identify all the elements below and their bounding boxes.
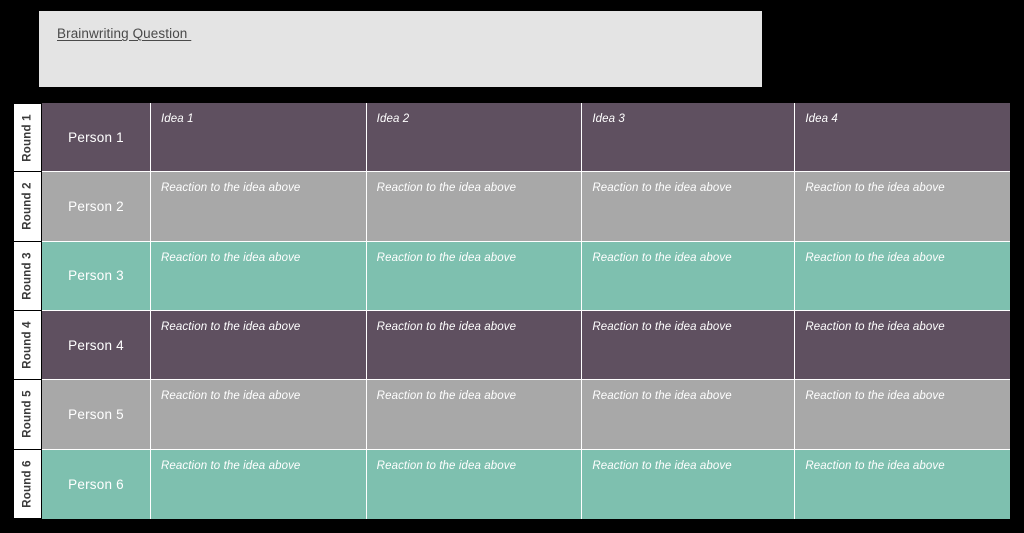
idea-cell-2[interactable]: Reaction to the idea above — [366, 310, 583, 381]
person-cell[interactable]: Person 3 — [42, 241, 151, 311]
table-row: Round 5 Person 5 Reaction to the idea ab… — [14, 380, 1011, 450]
table-row: Round 3 Person 3 Reaction to the idea ab… — [14, 241, 1011, 311]
idea-cell-2[interactable]: Idea 2 — [366, 103, 583, 173]
idea-cell-2[interactable]: Reaction to the idea above — [366, 449, 583, 519]
round-label: Round 3 — [21, 252, 34, 300]
round-label-cell: Round 5 — [14, 380, 41, 450]
idea-cell-1[interactable]: Reaction to the idea above — [151, 310, 367, 381]
idea-cell-1[interactable]: Reaction to the idea above — [151, 172, 367, 242]
idea-cell-1[interactable]: Reaction to the idea above — [151, 241, 367, 311]
idea-cell-3[interactable]: Reaction to the idea above — [582, 310, 796, 381]
idea-cell-1[interactable]: Reaction to the idea above — [151, 449, 367, 519]
table-row: Round 4 Person 4 Reaction to the idea ab… — [14, 310, 1011, 381]
idea-cell-4[interactable]: Reaction to the idea above — [795, 241, 1011, 311]
round-label: Round 4 — [21, 321, 34, 369]
round-label-cell: Round 3 — [14, 241, 41, 311]
idea-cell-1[interactable]: Idea 1 — [151, 103, 367, 173]
idea-cell-3[interactable]: Reaction to the idea above — [582, 449, 796, 519]
table-row: Round 2 Person 2 Reaction to the idea ab… — [14, 172, 1011, 242]
round-label-cell: Round 6 — [14, 449, 41, 519]
person-cell[interactable]: Person 5 — [42, 380, 151, 450]
person-cell[interactable]: Person 2 — [42, 172, 151, 242]
person-cell[interactable]: Person 4 — [42, 310, 151, 381]
round-label: Round 2 — [21, 182, 34, 231]
idea-cell-2[interactable]: Reaction to the idea above — [366, 241, 583, 311]
idea-cell-4[interactable]: Reaction to the idea above — [795, 172, 1011, 242]
table-row: Round 6 Person 6 Reaction to the idea ab… — [14, 449, 1011, 519]
idea-cell-1[interactable]: Reaction to the idea above — [151, 380, 367, 450]
idea-cell-3[interactable]: Reaction to the idea above — [582, 172, 796, 242]
brainwriting-question-box[interactable]: Brainwriting Question — [39, 11, 762, 87]
round-label: Round 1 — [21, 113, 34, 162]
brainwriting-grid: Round 1 Person 1 Idea 1 Idea 2 Idea 3 Id… — [14, 103, 1011, 519]
idea-cell-2[interactable]: Reaction to the idea above — [366, 380, 583, 450]
round-label-cell: Round 1 — [14, 103, 41, 173]
idea-cell-4[interactable]: Idea 4 — [795, 103, 1011, 173]
idea-cell-3[interactable]: Reaction to the idea above — [582, 380, 796, 450]
round-label: Round 5 — [21, 390, 34, 439]
idea-cell-3[interactable]: Reaction to the idea above — [582, 241, 796, 311]
round-label-cell: Round 4 — [14, 310, 41, 381]
brainwriting-question-title: Brainwriting Question — [57, 26, 192, 41]
round-label-cell: Round 2 — [14, 172, 41, 242]
idea-cell-4[interactable]: Reaction to the idea above — [795, 380, 1011, 450]
idea-cell-4[interactable]: Reaction to the idea above — [795, 449, 1011, 519]
round-label: Round 6 — [21, 460, 34, 508]
idea-cell-2[interactable]: Reaction to the idea above — [366, 172, 583, 242]
person-cell[interactable]: Person 1 — [42, 103, 151, 173]
idea-cell-4[interactable]: Reaction to the idea above — [795, 310, 1011, 381]
table-row: Round 1 Person 1 Idea 1 Idea 2 Idea 3 Id… — [14, 103, 1011, 173]
idea-cell-3[interactable]: Idea 3 — [582, 103, 796, 173]
person-cell[interactable]: Person 6 — [42, 449, 151, 519]
